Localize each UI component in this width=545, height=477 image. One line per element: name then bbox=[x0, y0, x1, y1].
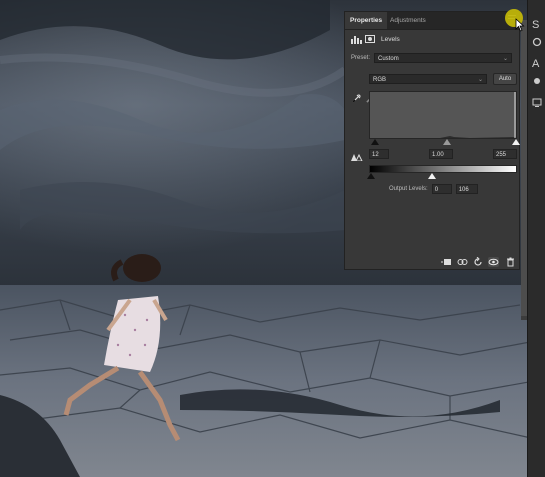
panel-title: Levels bbox=[381, 35, 400, 43]
reset-icon[interactable] bbox=[473, 257, 484, 267]
input-black-field[interactable]: 12 bbox=[369, 149, 389, 159]
channel-value: RGB bbox=[373, 77, 387, 83]
circle-icon[interactable] bbox=[532, 76, 542, 86]
refresh-icon[interactable] bbox=[532, 37, 542, 47]
output-gradient bbox=[369, 165, 517, 173]
output-black-handle[interactable] bbox=[367, 173, 375, 179]
output-levels-slider[interactable] bbox=[367, 173, 517, 180]
levels-histogram bbox=[369, 91, 517, 139]
view-previous-state-icon[interactable] bbox=[457, 257, 468, 267]
output-low-field[interactable]: 0 bbox=[431, 184, 452, 194]
channel-dropdown[interactable]: RGB ⌄ bbox=[369, 74, 487, 84]
preset-label: Preset: bbox=[351, 55, 371, 61]
preset-dropdown[interactable]: Custom ⌄ bbox=[374, 53, 513, 63]
monitor-icon[interactable] bbox=[532, 98, 542, 108]
input-gamma-handle[interactable] bbox=[443, 139, 451, 145]
panel-bottom-bar bbox=[345, 254, 519, 269]
input-levels-slider[interactable] bbox=[369, 139, 520, 146]
output-white-handle[interactable] bbox=[428, 173, 436, 179]
side-strip-glyph[interactable]: A bbox=[532, 59, 539, 70]
preset-value: Custom bbox=[378, 56, 399, 62]
tab-adjustments[interactable]: Adjustments bbox=[385, 12, 431, 29]
input-gamma-field[interactable]: 1.00 bbox=[429, 149, 453, 159]
preset-row: Preset: Custom ⌄ bbox=[351, 53, 513, 63]
clip-to-layer-icon[interactable] bbox=[441, 257, 452, 267]
side-strip-glyph[interactable]: S bbox=[532, 20, 539, 31]
properties-panel: Properties Adjustments Levels Preset: Cu… bbox=[344, 11, 520, 270]
channel-row: RGB ⌄ bbox=[369, 74, 487, 84]
levels-icon bbox=[351, 35, 362, 44]
panel-tab-bar: Properties Adjustments bbox=[345, 12, 519, 30]
auto-button[interactable]: Auto bbox=[493, 73, 517, 85]
clipping-warning-icon[interactable] bbox=[350, 153, 363, 161]
black-point-eyedropper-icon[interactable] bbox=[352, 93, 362, 103]
input-white-field[interactable]: 255 bbox=[493, 149, 517, 159]
right-tool-strip: S A bbox=[527, 0, 545, 477]
layer-mask-icon[interactable] bbox=[365, 35, 375, 43]
output-high-field[interactable]: 106 bbox=[455, 184, 478, 194]
input-black-handle[interactable] bbox=[371, 139, 379, 145]
panel-title-row: Levels bbox=[351, 33, 400, 45]
trash-icon[interactable] bbox=[505, 257, 516, 267]
mouse-cursor-icon bbox=[515, 18, 525, 32]
input-white-handle[interactable] bbox=[512, 139, 520, 145]
chevron-down-icon: ⌄ bbox=[502, 56, 509, 62]
visibility-eye-icon[interactable] bbox=[488, 257, 499, 267]
chevron-down-icon: ⌄ bbox=[477, 77, 483, 83]
tab-properties[interactable]: Properties bbox=[345, 12, 388, 29]
output-levels-label: Output Levels: bbox=[389, 186, 428, 192]
output-levels-row: Output Levels: 0 106 bbox=[389, 184, 478, 194]
